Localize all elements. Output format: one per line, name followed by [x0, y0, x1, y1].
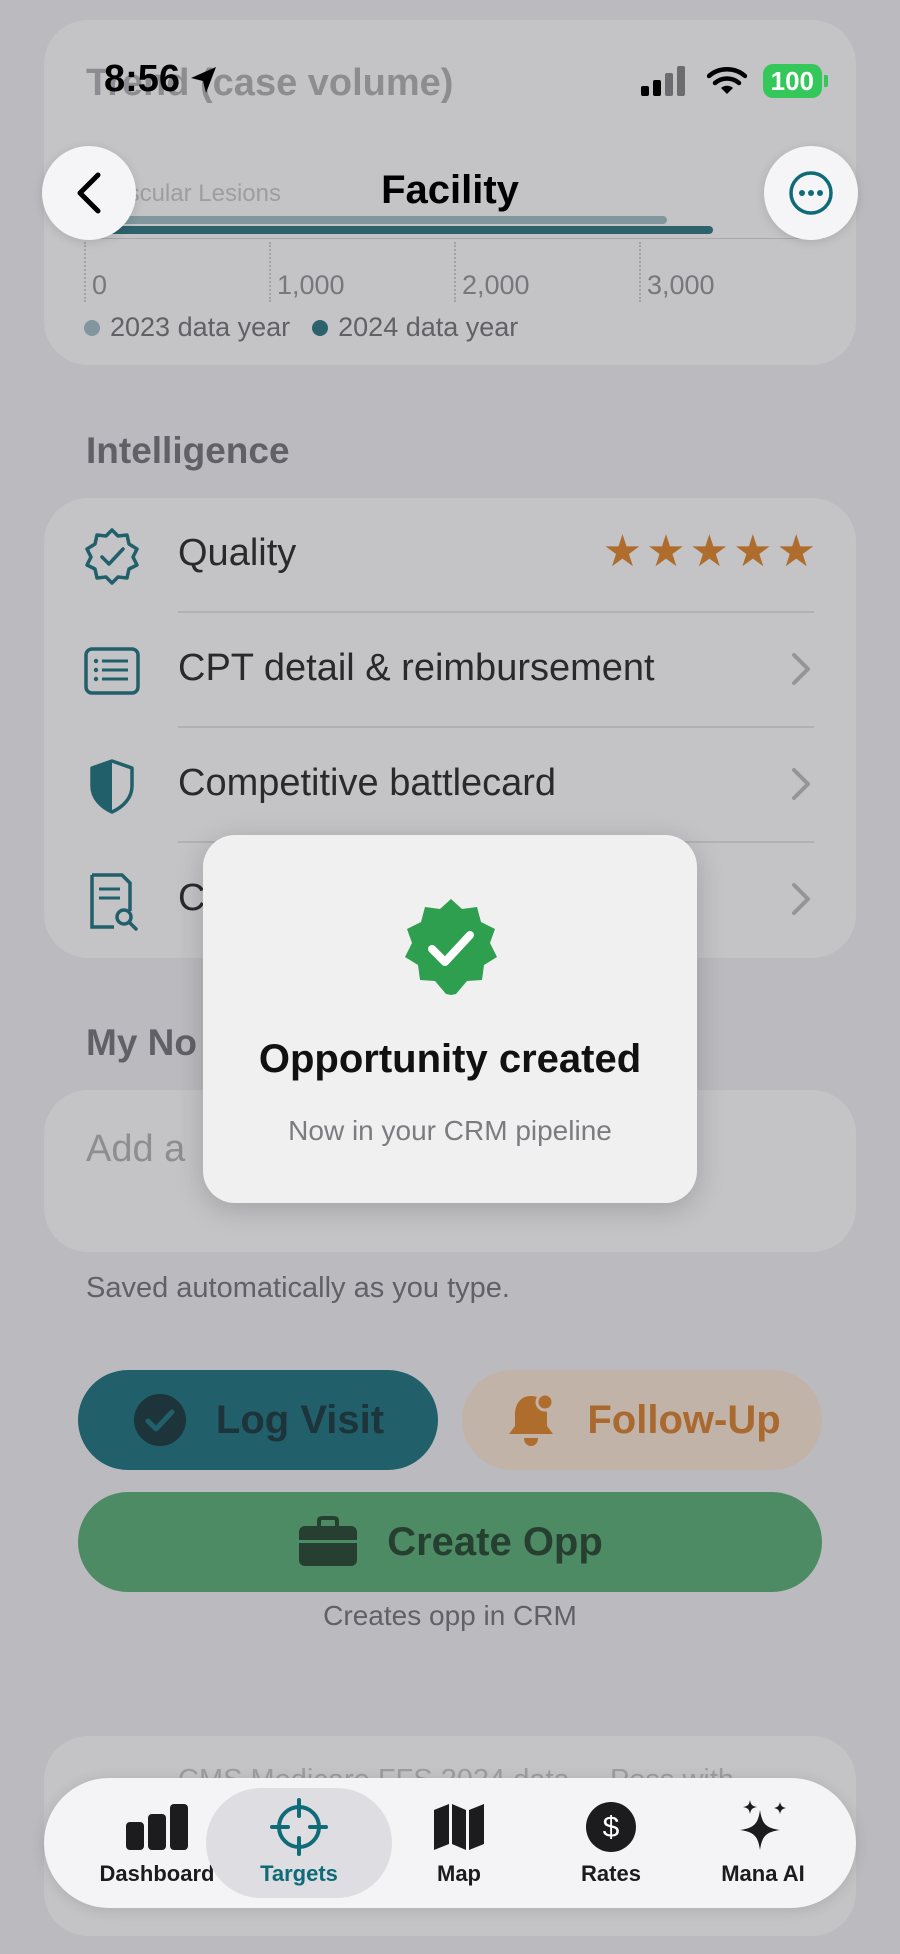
facility-screen: Trend (case volume) Vascular Lesions 0 1,… [0, 0, 900, 1954]
sparkles-icon [731, 1799, 795, 1855]
checkmark-seal-icon [405, 899, 497, 995]
toast-title: Opportunity created [258, 1037, 642, 1081]
more-options-button[interactable] [764, 146, 858, 240]
success-toast: Opportunity created Now in your CRM pipe… [203, 835, 697, 1203]
dollar-circle-icon: $ [579, 1799, 643, 1855]
svg-text:$: $ [603, 1811, 620, 1844]
tab-label-mana-ai: Mana AI [721, 1861, 805, 1886]
tab-label-dashboard: Dashboard [99, 1861, 215, 1886]
tab-mana-ai[interactable]: Mana AI [688, 1788, 838, 1898]
map-icon [427, 1799, 491, 1855]
tab-bar: Dashboard Targets Map $ Rates Mana AI [44, 1778, 856, 1908]
battery-indicator: 100 [762, 64, 822, 98]
tab-label-map: Map [437, 1861, 481, 1886]
status-bar-indicators: 100 [639, 64, 828, 98]
battery-tip [824, 75, 828, 87]
bar-chart-icon [125, 1799, 189, 1855]
tab-map[interactable]: Map [384, 1788, 534, 1898]
tab-label-targets: Targets [260, 1861, 338, 1886]
location-arrow-icon [191, 66, 217, 93]
tab-rates[interactable]: $ Rates [536, 1788, 686, 1898]
ellipsis-circle-icon [789, 171, 833, 215]
wifi-icon [706, 67, 747, 94]
crosshair-icon [267, 1798, 331, 1856]
toast-subtitle: Now in your CRM pipeline [288, 1115, 612, 1146]
tab-targets[interactable]: Targets [206, 1788, 392, 1898]
status-bar-time: 8:56 [104, 58, 220, 101]
tab-label-rates: Rates [581, 1861, 641, 1886]
cellular-signal-icon [640, 66, 685, 96]
time-text: 8:56 [104, 58, 181, 100]
